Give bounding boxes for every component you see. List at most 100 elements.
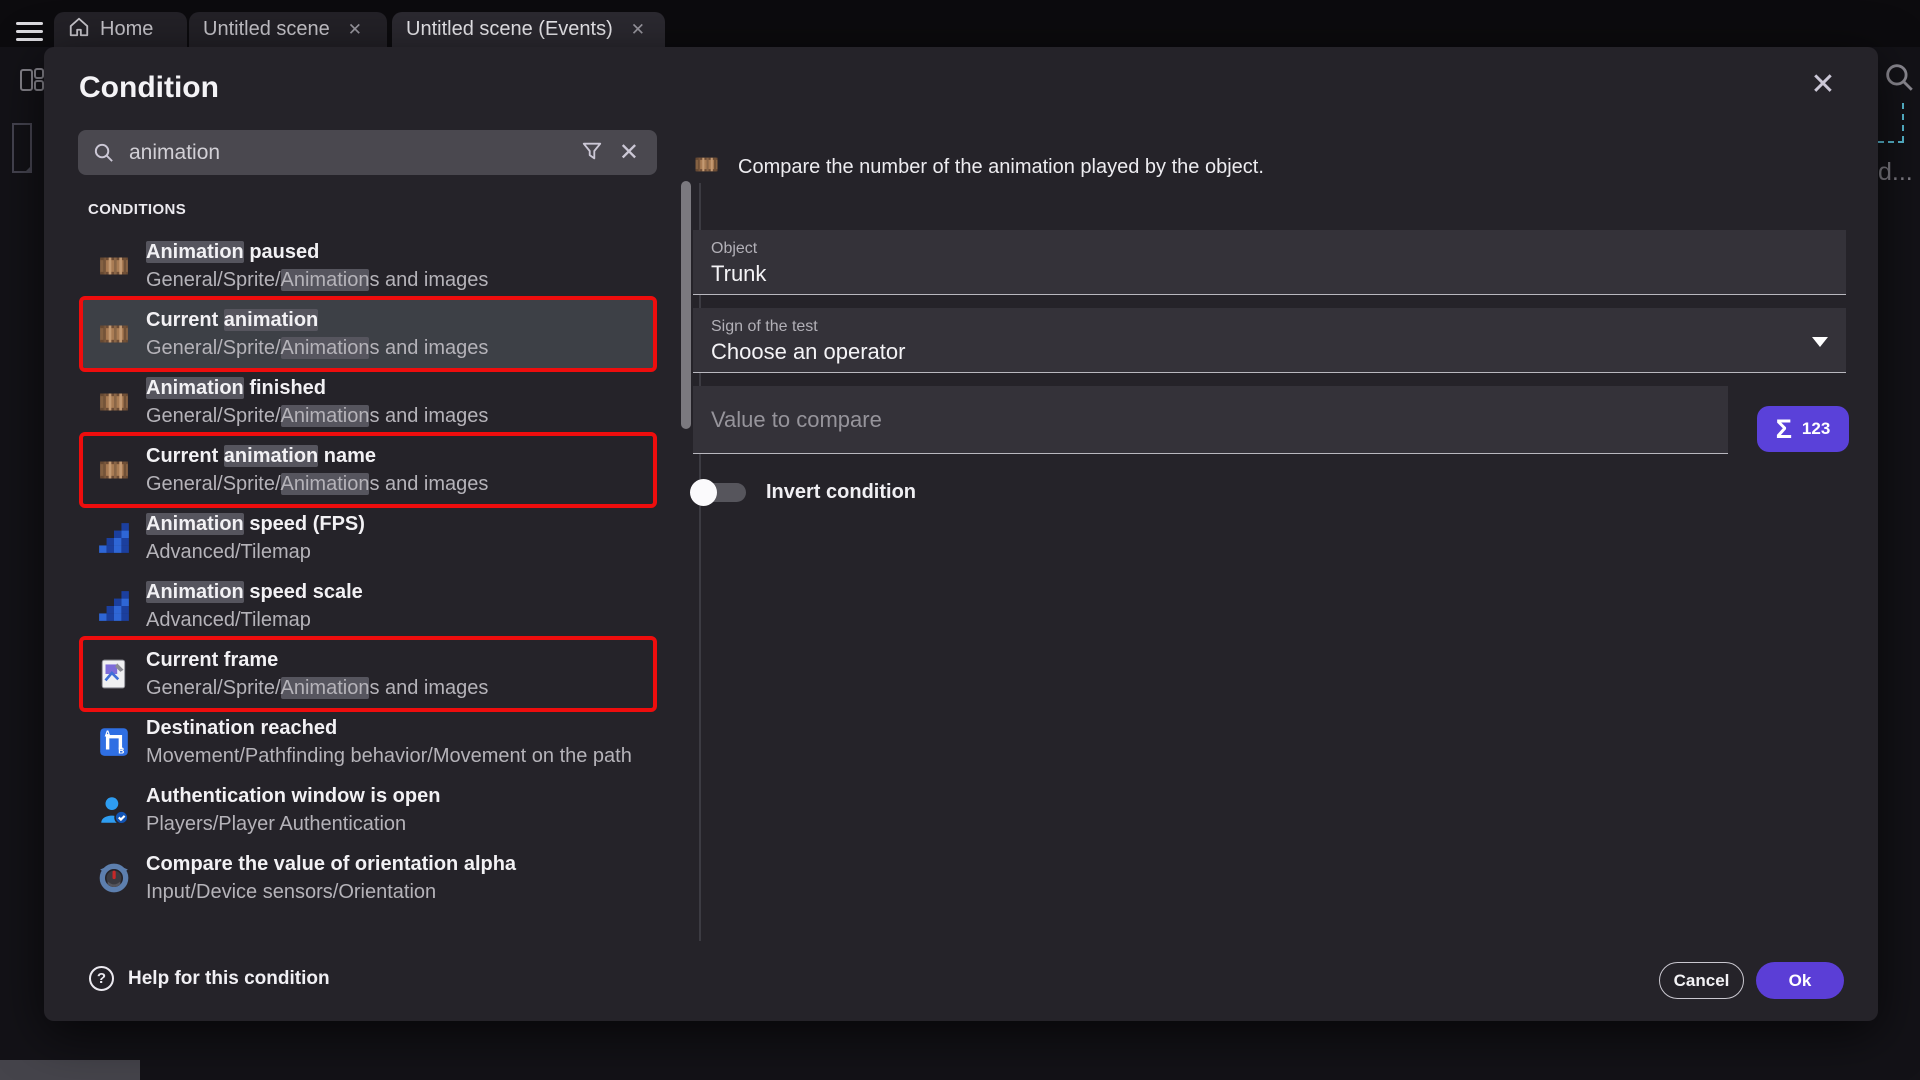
- condition-item-text: Animation finishedGeneral/Sprite/Animati…: [146, 374, 488, 430]
- chevron-down-icon: [1812, 337, 1828, 347]
- condition-item-title: Animation finished: [146, 374, 488, 402]
- field-value: Choose an operator: [711, 339, 905, 365]
- clear-search-icon[interactable]: ✕: [611, 137, 647, 169]
- condition-list-item[interactable]: Animation speed (FPS)Advanced/Tilemap: [83, 504, 653, 572]
- cancel-button[interactable]: Cancel: [1659, 962, 1744, 999]
- condition-item-title: Animation speed scale: [146, 578, 363, 606]
- description-text: Compare the number of the animation play…: [738, 156, 1264, 179]
- condition-list-item[interactable]: Animation finishedGeneral/Sprite/Animati…: [83, 368, 653, 436]
- condition-item-path: General/Sprite/Animations and images: [146, 402, 488, 430]
- field-value: Trunk: [711, 261, 766, 287]
- condition-list-item[interactable]: Animation speed scaleAdvanced/Tilemap: [83, 572, 653, 640]
- film-reel-icon: [97, 249, 131, 283]
- conditions-list: CONDITIONS Animation pausedGeneral/Sprit…: [78, 183, 668, 928]
- section-header: CONDITIONS: [88, 201, 668, 218]
- condition-list-item[interactable]: A B Destination reachedMovement/Pathfindi…: [83, 708, 653, 776]
- app-top-bar: Home Untitled scene ✕ Untitled scene (Ev…: [0, 0, 1920, 47]
- pathfinding-icon: A B: [97, 725, 131, 759]
- field-label: Sign of the test: [711, 318, 818, 336]
- frame-icon: [97, 657, 131, 691]
- tab-untitled-scene-events[interactable]: Untitled scene (Events) ✕: [392, 12, 665, 47]
- invert-condition-label: Invert condition: [766, 479, 916, 506]
- value-field[interactable]: [693, 386, 1728, 454]
- film-reel-icon: [97, 385, 131, 419]
- condition-item-path: General/Sprite/Animations and images: [146, 266, 488, 294]
- orientation-icon: [97, 861, 131, 895]
- film-reel-icon: [97, 317, 131, 351]
- tab-label: Untitled scene: [203, 18, 330, 41]
- condition-item-path: Advanced/Tilemap: [146, 538, 365, 566]
- scrollbar-thumb[interactable]: [681, 181, 691, 429]
- selection-dashed-border: [1902, 103, 1904, 142]
- tilemap-icon: [97, 589, 131, 623]
- condition-item-title: Current animation name: [146, 442, 488, 470]
- home-icon: [68, 16, 90, 44]
- condition-item-path: Movement/Pathfinding behavior/Movement o…: [146, 742, 632, 770]
- film-reel-icon: [97, 453, 131, 487]
- objects-panel-icon[interactable]: [19, 67, 45, 98]
- field-label: Object: [711, 240, 757, 258]
- value-input[interactable]: [711, 386, 1701, 453]
- condition-item-path: General/Sprite/Animations and images: [146, 334, 488, 362]
- close-icon[interactable]: ✕: [1801, 63, 1845, 107]
- tab-close-icon[interactable]: ✕: [348, 20, 362, 40]
- condition-list-item[interactable]: Current frameGeneral/Sprite/Animations a…: [83, 640, 653, 708]
- condition-item-title: Animation speed (FPS): [146, 510, 365, 538]
- tab-close-icon[interactable]: ✕: [631, 20, 645, 40]
- search-icon: [92, 141, 115, 164]
- svg-text:B: B: [118, 746, 124, 756]
- help-link[interactable]: ? Help for this condition: [89, 966, 330, 991]
- condition-item-text: Compare the value of orientation alphaIn…: [146, 850, 516, 906]
- sigma-icon: Σ: [1776, 414, 1792, 445]
- condition-item-title: Current frame: [146, 646, 488, 674]
- ok-button[interactable]: Ok: [1756, 962, 1844, 999]
- condition-item-title: Animation paused: [146, 238, 488, 266]
- scrollbar-track: [699, 183, 701, 941]
- condition-item-text: Animation pausedGeneral/Sprite/Animation…: [146, 238, 488, 294]
- condition-item-text: Animation speed scaleAdvanced/Tilemap: [146, 578, 363, 634]
- selection-dashed-border: [1878, 141, 1904, 143]
- filter-icon[interactable]: [573, 136, 611, 169]
- search-input[interactable]: [129, 141, 573, 165]
- condition-item-text: Authentication window is openPlayers/Pla…: [146, 782, 440, 838]
- condition-item-title: Destination reached: [146, 714, 632, 742]
- operator-select[interactable]: Sign of the test Choose an operator: [693, 308, 1846, 373]
- background-panel-fragment: [12, 123, 32, 173]
- condition-item-text: Current animationGeneral/Sprite/Animatio…: [146, 306, 488, 362]
- condition-item-title: Current animation: [146, 306, 488, 334]
- condition-item-path: Input/Device sensors/Orientation: [146, 878, 516, 906]
- condition-item-title: Compare the value of orientation alpha: [146, 850, 516, 878]
- tab-label: Home: [100, 18, 153, 41]
- condition-item-text: Destination reachedMovement/Pathfinding …: [146, 714, 632, 770]
- condition-list-item[interactable]: Compare the value of orientation alphaIn…: [83, 844, 653, 912]
- condition-item-path: General/Sprite/Animations and images: [146, 674, 488, 702]
- tab-untitled-scene[interactable]: Untitled scene ✕: [189, 12, 387, 47]
- question-mark-icon: ?: [89, 966, 114, 991]
- svg-text:A: A: [104, 729, 110, 739]
- tab-home[interactable]: Home: [54, 12, 187, 47]
- condition-description: Compare the number of the animation play…: [693, 151, 1264, 183]
- tilemap-icon: [97, 521, 131, 555]
- object-field[interactable]: Object Trunk: [693, 230, 1846, 295]
- condition-list-item[interactable]: Current animationGeneral/Sprite/Animatio…: [83, 300, 653, 368]
- condition-list-item[interactable]: Authentication window is openPlayers/Pla…: [83, 776, 653, 844]
- condition-item-text: Animation speed (FPS)Advanced/Tilemap: [146, 510, 365, 566]
- condition-list-item[interactable]: Animation pausedGeneral/Sprite/Animation…: [83, 232, 653, 300]
- tab-label: Untitled scene (Events): [406, 18, 613, 41]
- condition-item-path: Players/Player Authentication: [146, 810, 440, 838]
- film-reel-icon: [693, 151, 720, 183]
- search-bar[interactable]: ✕: [78, 130, 657, 175]
- condition-list-item[interactable]: Current animation nameGeneral/Sprite/Ani…: [83, 436, 653, 504]
- condition-item-path: Advanced/Tilemap: [146, 606, 363, 634]
- condition-dialog: Condition ✕ ✕ CONDITIONS Animation pause…: [44, 47, 1878, 1021]
- background-panel-fragment: [0, 1060, 140, 1080]
- condition-item-title: Authentication window is open: [146, 782, 440, 810]
- expression-builder-button[interactable]: Σ 123: [1757, 406, 1849, 452]
- invert-condition-toggle[interactable]: [690, 479, 752, 506]
- dialog-title: Condition: [79, 71, 219, 105]
- condition-item-path: General/Sprite/Animations and images: [146, 470, 488, 498]
- player-auth-icon: [97, 793, 131, 827]
- condition-item-text: Current animation nameGeneral/Sprite/Ani…: [146, 442, 488, 498]
- menu-hamburger-icon[interactable]: [16, 22, 43, 42]
- search-icon[interactable]: [1882, 60, 1916, 99]
